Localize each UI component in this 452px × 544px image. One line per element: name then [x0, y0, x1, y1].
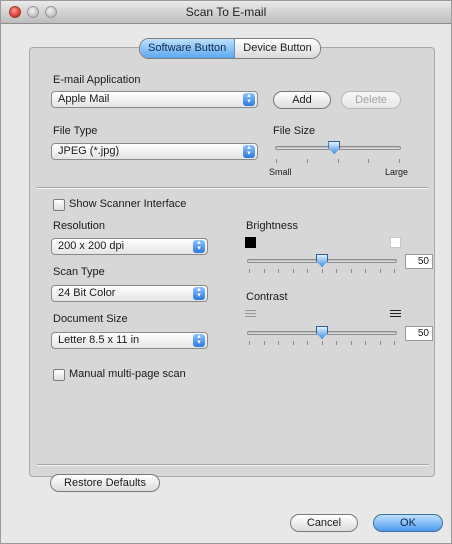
popup-arrows-icon: ▴ ▾ [243, 144, 255, 158]
cancel-button[interactable]: Cancel [290, 514, 358, 532]
popup-arrows-icon: ▴ ▾ [193, 333, 205, 347]
resolution-select[interactable]: 200 x 200 dpi ▴ ▾ [51, 238, 208, 255]
scan-type-value: 24 Bit Color [58, 287, 116, 299]
dark-brightness-icon [245, 237, 256, 248]
contrast-value-field[interactable]: 50 [405, 326, 433, 341]
scan-to-email-window: Scan To E-mail Software Button Device Bu… [0, 0, 452, 544]
popup-arrows-icon: ▴ ▾ [193, 239, 205, 253]
show-scanner-interface-checkbox[interactable] [53, 199, 65, 211]
email-application-label: E-mail Application [53, 74, 141, 86]
file-type-value: JPEG (*.jpg) [58, 145, 120, 157]
file-type-label: File Type [53, 125, 98, 137]
document-size-value: Letter 8.5 x 11 in [58, 334, 140, 346]
delete-button[interactable]: Delete [341, 91, 401, 109]
ok-button[interactable]: OK [373, 514, 443, 532]
restore-defaults-button[interactable]: Restore Defaults [50, 474, 160, 492]
window-title: Scan To E-mail [185, 5, 267, 19]
file-size-label: File Size [273, 125, 316, 137]
high-contrast-icon [390, 310, 401, 320]
scan-type-label: Scan Type [53, 266, 105, 278]
file-size-large-label: Large [385, 167, 409, 177]
tab-software-button[interactable]: Software Button [140, 39, 236, 58]
resolution-label: Resolution [53, 220, 105, 232]
add-button[interactable]: Add [273, 91, 331, 109]
tab-device-button[interactable]: Device Button [235, 39, 320, 58]
scan-type-select[interactable]: 24 Bit Color ▴ ▾ [51, 285, 208, 302]
file-size-ticks [276, 159, 400, 163]
brightness-value-field[interactable]: 50 [405, 254, 433, 269]
email-application-select[interactable]: Apple Mail ▴ ▾ [51, 91, 258, 108]
brightness-ticks [249, 269, 395, 273]
email-application-value: Apple Mail [58, 93, 110, 105]
brightness-label: Brightness [246, 220, 298, 232]
footer-divider [37, 464, 429, 466]
manual-multi-page-scan-label: Manual multi-page scan [69, 368, 186, 380]
contrast-ticks [249, 341, 395, 345]
section-divider [37, 187, 429, 189]
tab-bar: Software Button Device Button [139, 38, 321, 59]
show-scanner-interface-label: Show Scanner Interface [69, 198, 187, 210]
file-size-small-label: Small [269, 167, 292, 177]
resolution-value: 200 x 200 dpi [58, 240, 125, 252]
document-size-label: Document Size [53, 313, 128, 325]
popup-arrows-icon: ▴ ▾ [243, 92, 255, 106]
file-type-select[interactable]: JPEG (*.jpg) ▴ ▾ [51, 143, 258, 160]
light-brightness-icon [390, 237, 401, 248]
low-contrast-icon [245, 310, 256, 320]
document-size-select[interactable]: Letter 8.5 x 11 in ▴ ▾ [51, 332, 208, 349]
manual-multi-page-scan-checkbox[interactable] [53, 369, 65, 381]
title-bar[interactable]: Scan To E-mail [1, 1, 451, 24]
contrast-label: Contrast [246, 291, 288, 303]
popup-arrows-icon: ▴ ▾ [193, 286, 205, 300]
